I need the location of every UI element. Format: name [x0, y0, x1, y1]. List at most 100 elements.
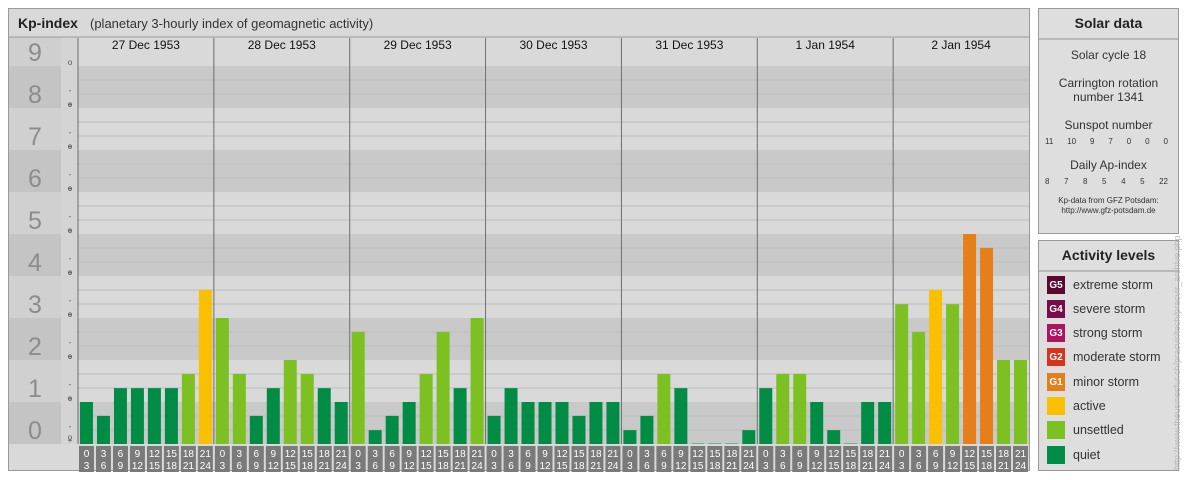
kp-bar [742, 430, 756, 444]
day-label: 30 Dec 1953 [519, 38, 587, 52]
kp-bar [793, 373, 807, 444]
legend-label: active [1073, 399, 1106, 413]
hour-start-label: 9 [950, 449, 956, 460]
kp-bar [623, 430, 637, 444]
y-minor-label: o [68, 58, 73, 67]
level-strong-storm: G3 strong storm [1047, 323, 1142, 343]
day-label: 1 Jan 1954 [796, 38, 856, 52]
y-tick-label: 0 [28, 417, 42, 445]
carrington-line2: number 1341 [1073, 90, 1144, 104]
hour-start-label: 3 [916, 449, 922, 460]
y-tick-label: 7 [28, 123, 42, 151]
day-label: 29 Dec 1953 [384, 38, 452, 52]
legend-label: extreme storm [1073, 278, 1153, 292]
hour-end-label: 3 [899, 461, 905, 472]
y-minor-label: - [69, 86, 72, 95]
ap-value: 22 [1159, 177, 1168, 186]
hour-end-label: 3 [491, 461, 497, 472]
hour-start-label: 12 [285, 449, 297, 460]
hour-end-label: 18 [845, 461, 857, 472]
hour-end-label: 6 [916, 461, 922, 472]
kp-band [78, 192, 1029, 234]
hour-start-label: 21 [743, 449, 755, 460]
y-minor-label: + [68, 352, 73, 361]
data-source-link[interactable]: http://www.gfz-potsdam.de [1039, 206, 1178, 216]
kp-bar [249, 415, 263, 444]
activity-levels-panel: Activity levels G5 extreme storm G4 seve… [1038, 240, 1179, 471]
hour-end-label: 18 [166, 461, 178, 472]
hour-end-label: 6 [101, 461, 107, 472]
hour-end-label: 6 [780, 461, 786, 472]
kp-bar [589, 402, 603, 444]
hour-end-label: 12 [539, 461, 551, 472]
day-label: 31 Dec 1953 [655, 38, 723, 52]
day-label: 28 Dec 1953 [248, 38, 316, 52]
hour-end-label: 18 [709, 461, 721, 472]
kp-bar [215, 318, 229, 444]
hour-start-label: 12 [556, 449, 568, 460]
hour-end-label: 12 [404, 461, 416, 472]
hour-end-label: 21 [862, 461, 874, 472]
hour-end-label: 3 [763, 461, 769, 472]
sunspot-label: Sunspot number [1064, 118, 1153, 132]
legend-swatch: G4 [1047, 300, 1065, 318]
day-label: 2 Jan 1954 [931, 38, 991, 52]
hour-end-label: 24 [879, 461, 891, 472]
hour-end-label: 15 [828, 461, 840, 472]
kp-bar [385, 415, 399, 444]
kp-bar [997, 360, 1011, 444]
legend-label: moderate storm [1073, 350, 1161, 364]
legend-swatch: G2 [1047, 348, 1065, 366]
kp-bar [572, 415, 586, 444]
kp-band [78, 276, 1029, 318]
kp-band [78, 66, 1029, 108]
level-unsettled: unsettled [1047, 420, 1124, 440]
hour-end-label: 21 [183, 461, 195, 472]
activity-levels-title: Activity levels [1039, 241, 1178, 272]
hour-end-label: 9 [933, 461, 939, 472]
y-minor-label: - [69, 170, 72, 179]
hour-end-label: 24 [200, 461, 212, 472]
source-credit: http://www.theusinesfur.ch/pracvir/tech/… [1172, 235, 1182, 470]
hour-start-label: 6 [797, 449, 803, 460]
hour-end-label: 24 [1015, 461, 1027, 472]
hour-end-label: 9 [525, 461, 531, 472]
hour-end-label: 9 [254, 461, 260, 472]
hour-start-label: 18 [319, 449, 331, 460]
hour-end-label: 15 [556, 461, 568, 472]
kp-bar [521, 402, 535, 444]
ap-label: Daily Ap-index [1070, 158, 1147, 172]
y-minor-label: - [69, 380, 72, 389]
hour-start-label: 3 [101, 449, 107, 460]
hour-start-label: 3 [372, 449, 378, 460]
kp-bar [300, 373, 314, 444]
sunspot-value: 11 [1045, 137, 1054, 146]
sunspot-value: 9 [1090, 137, 1095, 146]
carrington-line1: Carrington rotation [1058, 76, 1159, 90]
hour-end-label: 15 [149, 461, 161, 472]
hour-start-label: 0 [627, 449, 633, 460]
kp-bar [776, 373, 790, 444]
hour-end-label: 15 [692, 461, 704, 472]
kp-band [78, 150, 1029, 192]
hour-start-label: 6 [661, 449, 667, 460]
sunspot-value: 0 [1145, 137, 1150, 146]
hour-end-label: 21 [998, 461, 1010, 472]
y-tick-label: 9 [28, 39, 42, 67]
kp-bar [487, 415, 501, 444]
kp-bar [80, 402, 93, 444]
sunspot-values: 11 10 9 7 0 0 0 [1039, 137, 1178, 146]
hour-start-label: 9 [271, 449, 277, 460]
hour-end-label: 21 [319, 461, 331, 472]
y-minor-label: + [68, 100, 73, 109]
sunspot-value: 0 [1163, 137, 1168, 146]
hour-start-label: 21 [607, 449, 619, 460]
hour-start-label: 15 [981, 449, 993, 460]
hour-start-label: 9 [678, 449, 684, 460]
y-tick-label: 5 [28, 207, 42, 235]
y-tick-label: 1 [28, 375, 42, 403]
hour-start-label: 0 [491, 449, 497, 460]
hour-start-label: 18 [590, 449, 602, 460]
kp-bar [181, 373, 195, 444]
ap-value: 4 [1121, 177, 1126, 186]
